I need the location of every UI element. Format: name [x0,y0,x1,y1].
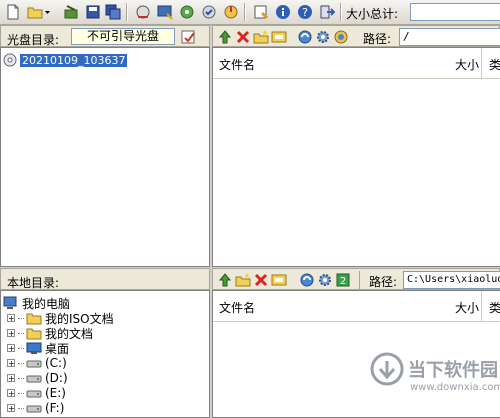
info-icon[interactable] [274,3,292,21]
drive-icon [26,371,42,385]
boot-settings-icon[interactable] [181,29,197,45]
rename-icon[interactable] [271,29,287,48]
expand-toggle-icon[interactable]: + [7,389,15,398]
open-dropdown-icon[interactable] [44,3,52,21]
expand-toggle-icon[interactable]: + [7,404,15,413]
up-arrow-icon[interactable] [217,29,233,48]
folder-icon [26,326,42,340]
folder-icon [26,311,42,325]
expand-toggle-icon[interactable]: + [7,344,15,353]
view-options-icon[interactable] [333,29,349,48]
local-tree[interactable]: 我的电脑 + 我的ISO文档 + 我的文档 + 桌面 + (C:) + (D:) + (E:) + (F:) [0,290,210,418]
disc-list-column-header: 文件名 大小 类 [213,48,500,79]
new-folder-icon[interactable] [235,272,251,291]
tree-connector [18,347,24,349]
tree-connector [18,377,24,379]
local-tree-item[interactable]: + (E:) [7,385,66,401]
convert-icon[interactable] [222,3,240,21]
new-file-icon[interactable] [4,3,22,21]
expand-toggle-icon[interactable]: + [7,329,15,338]
drive-icon [26,386,42,400]
disc-tree-root-label: 20210109_103637 [20,53,128,67]
disc-path-label: 路径: [363,32,392,46]
local-panel-header: 本地目录: [0,268,210,290]
refresh-icon[interactable] [297,29,313,48]
local-tree-item-label: (C:) [45,356,67,370]
local-tree-item-label: (F:) [45,401,65,415]
main-toolbar: ? 大小总计: [0,0,500,25]
local-path-input[interactable]: C:\Users\xiaoluo\ [403,271,500,289]
burn-icon[interactable] [134,3,152,21]
local-tree-item[interactable]: + (F:) [7,400,64,416]
green-action-icon[interactable]: 2 [335,272,351,291]
local-tree-item-label: (D:) [45,371,68,385]
column-filename[interactable]: 文件名 [219,299,255,316]
size-total-label: 大小总计: [346,7,399,21]
extract-icon[interactable] [62,3,80,21]
drive-icon [26,356,42,370]
tree-connector [18,317,24,319]
local-tree-item[interactable]: + (C:) [7,355,67,371]
local-tree-item[interactable]: + 桌面 [7,340,69,356]
up-arrow-icon[interactable] [217,272,233,291]
disc-list-toolbar: 路径: / [212,25,500,47]
expand-toggle-icon[interactable]: + [7,314,15,323]
open-folder-icon[interactable] [26,3,44,21]
disc-panel-header: 光盘目录: 不可引导光盘 [0,25,210,47]
disc-directory-label: 光盘目录: [7,33,60,47]
toolbar-separator [359,271,360,289]
checksum-icon[interactable] [200,3,218,21]
disc-path-input[interactable]: / [399,28,500,46]
local-tree-item-label: 桌面 [45,341,70,356]
drive-icon [26,401,42,415]
help-icon[interactable]: ? [296,3,314,21]
column-type[interactable]: 类 [489,299,500,316]
local-path-label: 路径: [369,275,398,289]
computer-icon [3,296,19,310]
local-list-toolbar: 2 路径: C:\Users\xiaoluo\ [212,268,500,290]
tree-connector [18,332,24,334]
save-icon[interactable] [84,3,102,21]
disc-tree-root[interactable]: 20210109_103637 [3,52,128,68]
mount-icon[interactable] [156,3,174,21]
local-directory-label: 本地目录: [7,276,60,290]
cd-icon [3,53,17,67]
disc-file-list[interactable]: 文件名 大小 类 [212,47,500,267]
column-divider [481,48,482,78]
column-filename[interactable]: 文件名 [219,56,255,73]
local-tree-item-label: (E:) [45,386,66,400]
refresh-icon[interactable] [299,272,315,291]
local-tree-item[interactable]: + (D:) [7,370,68,386]
size-total-field [410,3,500,21]
toolbar-separator [244,3,246,21]
disc-tree[interactable]: 20210109_103637 [0,47,210,267]
svg-text:2: 2 [340,276,346,287]
toolbar-separator [340,3,342,21]
svg-text:?: ? [302,6,308,19]
compress-icon[interactable] [178,3,196,21]
column-divider [481,291,482,321]
column-size[interactable]: 大小 [455,56,479,73]
rename-icon[interactable] [271,272,287,291]
properties-icon[interactable] [252,3,270,21]
tree-connector [18,362,24,364]
tree-connector [18,392,24,394]
delete-icon[interactable] [235,29,251,48]
new-folder-icon[interactable] [253,29,269,48]
settings-gear-icon[interactable] [315,29,331,48]
expand-toggle-icon[interactable]: + [7,374,15,383]
column-type[interactable]: 类 [489,56,500,73]
boot-status-field[interactable]: 不可引导光盘 [71,28,175,45]
desktop-icon [26,341,42,355]
expand-toggle-icon[interactable]: + [7,359,15,368]
toolbar-separator [126,3,128,21]
delete-icon[interactable] [253,272,269,291]
column-size[interactable]: 大小 [455,299,479,316]
tree-connector [18,407,24,409]
local-file-list[interactable]: 文件名 大小 类 [212,290,500,418]
settings-gear-icon[interactable] [317,272,333,291]
local-list-column-header: 文件名 大小 类 [213,291,500,322]
save-as-icon[interactable] [104,3,122,21]
exit-icon[interactable] [318,3,336,21]
